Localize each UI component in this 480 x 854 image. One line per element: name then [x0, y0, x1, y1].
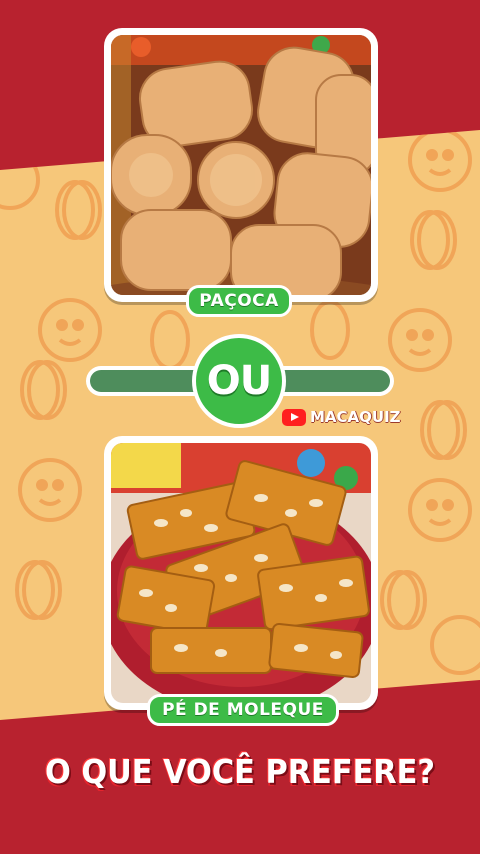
monkey-logo-icon: [408, 478, 472, 542]
monkey-logo-icon: [408, 130, 472, 192]
option-card-pe-de-moleque[interactable]: [104, 436, 378, 710]
coin-icon: [150, 310, 190, 370]
question-title: O QUE VOCÊ PREFERE?: [44, 752, 436, 791]
youtube-icon: [282, 408, 306, 426]
pacoca-photo: [111, 35, 371, 295]
option-label-pe-de-moleque: PÉ DE MOLEQUE: [147, 694, 339, 726]
ou-label: OU: [206, 358, 272, 404]
monkey-logo-icon: [0, 150, 40, 210]
option-card-pacoca[interactable]: [104, 28, 378, 302]
coin-icon: [380, 570, 427, 630]
brand-label: MACAQUIZ: [310, 408, 401, 426]
coin-icon: [420, 400, 467, 460]
monkey-logo-icon: [18, 458, 82, 522]
coin-icon: [55, 180, 102, 240]
coin-icon: [410, 210, 457, 270]
coin-icon: [15, 560, 62, 620]
coin-icon: [20, 360, 67, 420]
brand-tag[interactable]: MACAQUIZ: [282, 407, 401, 427]
coin-icon: [310, 300, 350, 360]
monkey-logo-icon: [38, 298, 102, 362]
option-label-pacoca: PAÇOCA: [186, 285, 292, 317]
monkey-logo-icon: [430, 615, 480, 675]
monkey-logo-icon: [388, 308, 452, 372]
ou-badge: OU: [192, 334, 286, 428]
pe-de-moleque-photo: [111, 443, 371, 703]
